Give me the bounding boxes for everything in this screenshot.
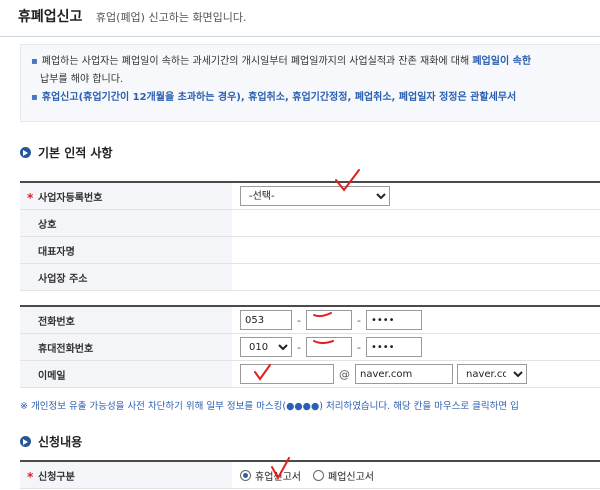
label-address: 사업장 주소: [20, 264, 232, 290]
row-mobile: 휴대전화번호 010 - -: [20, 334, 600, 361]
arrow-circle-icon: [20, 147, 31, 158]
row-phone: 전화번호 - -: [20, 307, 600, 334]
label-phone: 전화번호: [20, 307, 232, 333]
radio-checked-icon: [240, 469, 251, 481]
page-title: 휴폐업신고: [18, 9, 83, 25]
value-rep: [232, 237, 600, 263]
header-divider: [0, 36, 600, 37]
radio-unchecked-icon: [313, 469, 324, 481]
row-email: 이메일 @ naver.com: [20, 361, 600, 388]
row-address: 사업장 주소: [20, 264, 600, 291]
bullet-icon: ▪: [31, 56, 38, 67]
label-email: 이메일: [20, 361, 232, 387]
label-mobile: 휴대전화번호: [20, 334, 232, 360]
section-application-title: 신청내용: [20, 433, 82, 450]
email-at-sign: @: [339, 367, 350, 381]
biz-reg-select[interactable]: -선택-: [240, 186, 390, 206]
privacy-note: ※ 개인정보 유출 가능성을 사전 차단하기 위해 일부 정보를 마스킹(●●●…: [20, 401, 519, 412]
notice-box: ▪ 폐업하는 사업자는 폐업일이 속하는 과세기간의 개시일부터 폐업일까지의 사…: [20, 44, 600, 122]
row-biz-reg: 사업자등록번호 -선택-: [20, 183, 600, 210]
phone-part1-input[interactable]: [240, 310, 292, 330]
notice-line-1-cont: 납부를 해야 합니다.: [40, 74, 124, 85]
red-check-mark-icon: [335, 169, 360, 192]
dash-sep: -: [356, 340, 361, 354]
section-basic-info-title: 기본 인적 사항: [20, 144, 113, 161]
red-dash-mark-icon: [313, 340, 334, 344]
mobile-part1-select[interactable]: 010: [240, 337, 292, 357]
red-check-mark-icon: [254, 364, 271, 381]
value-address: [232, 264, 600, 290]
row-rep: 대표자명: [20, 237, 600, 264]
mobile-part3-input[interactable]: [365, 337, 422, 357]
phone-part3-input[interactable]: [365, 310, 422, 330]
basic-info-table: 사업자등록번호 -선택- 상호 대표자명 사업장 주소: [20, 181, 600, 291]
value-company: [232, 210, 600, 236]
notice-line-2: ▪ 휴업신고(휴업기간이 12개월을 초과하는 경우), 휴업취소, 휴업기간정정…: [31, 92, 517, 103]
dash-sep: -: [297, 313, 301, 327]
arrow-circle-icon: [20, 436, 31, 447]
email-domain-input[interactable]: [355, 364, 453, 384]
dash-sep: -: [297, 340, 301, 354]
radio-closure-business[interactable]: 폐업신고서: [313, 468, 374, 483]
page-header: 휴폐업신고 휴업(폐업) 신고하는 화면입니다.: [18, 6, 247, 30]
label-biz-reg: 사업자등록번호: [20, 183, 232, 209]
notice-line-1: ▪ 폐업하는 사업자는 폐업일이 속하는 과세기간의 개시일부터 폐업일까지의 사…: [31, 56, 532, 67]
email-domain-select[interactable]: naver.com: [457, 364, 527, 384]
dash-sep: -: [356, 313, 361, 327]
label-rep: 대표자명: [20, 237, 232, 263]
application-table: 신청구분 휴업신고서 폐업신고서: [20, 460, 600, 489]
row-company: 상호: [20, 210, 600, 237]
bullet-icon: ▪: [31, 92, 38, 103]
red-dash-mark-icon: [313, 312, 332, 318]
row-application-type: 신청구분 휴업신고서 폐업신고서: [20, 462, 600, 489]
page-subtitle: 휴업(폐업) 신고하는 화면입니다.: [95, 11, 247, 24]
red-check-mark-icon: [271, 457, 290, 481]
contact-table: 전화번호 - - 휴대전화번호 010 - - 이메일 @ naver.com: [20, 305, 600, 388]
label-application-type: 신청구분: [20, 462, 232, 488]
label-company: 상호: [20, 210, 232, 236]
